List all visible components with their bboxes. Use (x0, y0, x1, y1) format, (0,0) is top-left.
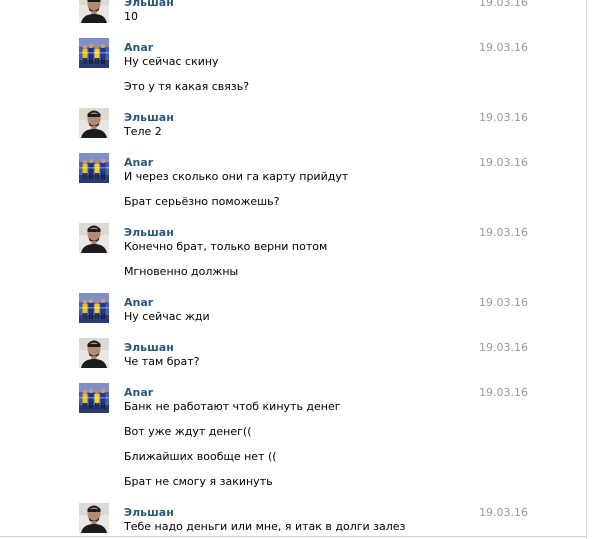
message-date-link[interactable]: 19.03.16 (479, 296, 528, 309)
message-text: Теле 2 (124, 125, 162, 138)
elshan-avatar[interactable] (79, 108, 109, 138)
message-text: Банк не работают чтоб кинуть денег (124, 400, 341, 413)
message-author-link[interactable]: Эльшан (124, 0, 174, 9)
message-date-link[interactable]: 19.03.16 (479, 111, 528, 124)
message-text: Ну сейчас жди (124, 310, 210, 323)
anar-avatar[interactable] (79, 383, 109, 413)
message-text: И через сколько они га карту прийдут (124, 170, 349, 183)
message-date-link[interactable]: 19.03.16 (479, 506, 528, 519)
message-text: Брат не смогу я закинуть (124, 475, 273, 488)
message-date-link[interactable]: 19.03.16 (479, 341, 528, 354)
message-date-link[interactable]: 19.03.16 (479, 0, 528, 9)
message-author-link[interactable]: Anar (124, 41, 153, 54)
scroll-area-border (586, 0, 587, 539)
message-author-link[interactable]: Эльшан (124, 111, 174, 124)
message-date-link[interactable]: 19.03.16 (479, 226, 528, 239)
message-author-link[interactable]: Эльшан (124, 506, 174, 519)
anar-avatar[interactable] (79, 38, 109, 68)
message-text: 10 (124, 10, 138, 23)
elshan-avatar[interactable] (79, 503, 109, 533)
elshan-avatar[interactable] (79, 223, 109, 253)
elshan-avatar[interactable] (79, 0, 109, 23)
message-text: Ну сейчас скину (124, 55, 219, 68)
message-author-link[interactable]: Anar (124, 386, 153, 399)
message-date-link[interactable]: 19.03.16 (479, 386, 528, 399)
message-text: Это у тя какая связь? (124, 80, 250, 93)
message-author-link[interactable]: Эльшан (124, 226, 174, 239)
message-text: Тебе надо деньги или мне, я итак в долги… (124, 520, 406, 533)
message-author-link[interactable]: Anar (124, 296, 153, 309)
message-date-link[interactable]: 19.03.16 (479, 156, 528, 169)
anar-avatar[interactable] (79, 293, 109, 323)
composer-divider (0, 536, 586, 537)
message-date-link[interactable]: 19.03.16 (479, 41, 528, 54)
message-text: Вот уже ждут денег(( (124, 425, 252, 438)
message-text: Конечно брат, только верни потом (124, 240, 328, 253)
message-text: Брат серьёзно поможешь? (124, 195, 280, 208)
anar-avatar[interactable] (79, 153, 109, 183)
elshan-avatar[interactable] (79, 338, 109, 368)
message-author-link[interactable]: Эльшан (124, 341, 174, 354)
message-text: Че там брат? (124, 355, 200, 368)
message-text: Мгновенно должны (124, 265, 239, 278)
message-author-link[interactable]: Anar (124, 156, 153, 169)
message-text: Ближайших вообще нет (( (124, 450, 277, 463)
